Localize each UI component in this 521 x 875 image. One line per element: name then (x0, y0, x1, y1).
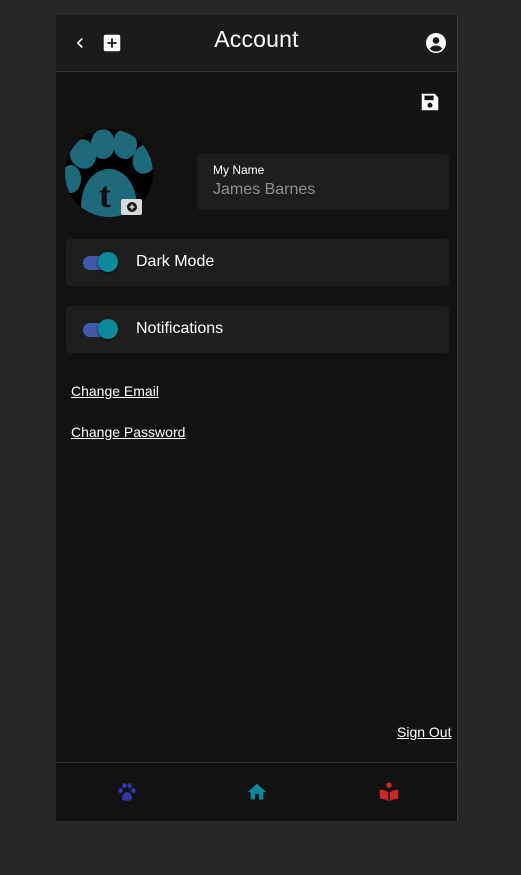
change-photo-button[interactable] (121, 199, 142, 215)
nav-learn-button[interactable] (376, 780, 402, 804)
toggle-thumb (98, 252, 118, 272)
change-password-link[interactable]: Change Password (71, 424, 185, 440)
avatar-container: t (65, 129, 155, 219)
name-field-value: James Barnes (213, 181, 316, 198)
notifications-toggle[interactable] (83, 318, 119, 340)
dark-mode-label: Dark Mode (136, 253, 215, 270)
change-email-link[interactable]: Change Email (71, 383, 159, 399)
camera-icon (126, 202, 137, 212)
name-field[interactable]: My Name James Barnes (197, 154, 449, 210)
notifications-label: Notifications (136, 320, 224, 337)
nav-home-button[interactable] (244, 780, 270, 804)
bottom-navigation (56, 762, 457, 821)
home-icon (247, 783, 267, 800)
app-screen: Account t My Name James Barnes Dark Mode… (56, 15, 458, 821)
name-field-label: My Name (213, 163, 265, 177)
account-circle-icon (426, 33, 446, 53)
top-app-bar: Account (56, 15, 457, 72)
dark-mode-toggle[interactable] (83, 251, 119, 273)
toggle-thumb (98, 319, 118, 339)
nav-pets-button[interactable] (114, 780, 140, 804)
profile-button[interactable] (422, 29, 450, 57)
setting-row-dark-mode: Dark Mode (66, 239, 449, 286)
floppy-disk-icon (421, 93, 439, 111)
setting-row-notifications: Notifications (66, 306, 449, 353)
book-reader-icon (379, 782, 399, 802)
page-title: Account (214, 26, 299, 52)
avatar-letter: t (99, 175, 111, 215)
save-button[interactable] (418, 90, 442, 114)
sign-out-link[interactable]: Sign Out (397, 724, 451, 740)
paw-icon (118, 783, 136, 801)
